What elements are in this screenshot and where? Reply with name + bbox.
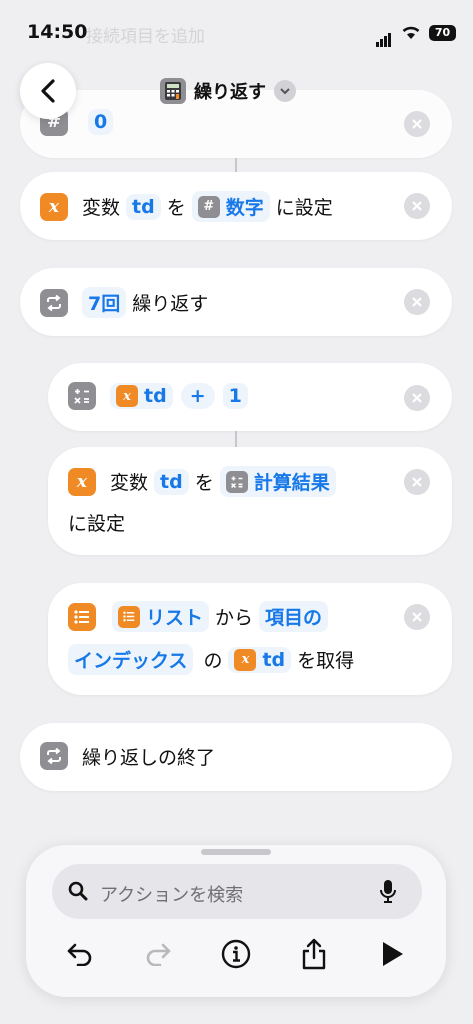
list-icon <box>118 605 140 628</box>
set-variable-action-card[interactable] <box>48 447 452 555</box>
repeat-label: 繰り返す <box>132 293 209 315</box>
variable-token[interactable]: x td <box>228 646 292 673</box>
share-icon <box>302 938 326 970</box>
calculate-row: x td + 1 <box>68 382 248 410</box>
page-title: 繰り返す <box>194 82 266 103</box>
calculator-icon <box>160 78 186 104</box>
variable-icon: x <box>68 467 96 496</box>
set-variable-mid: を <box>166 197 186 219</box>
panel-grabber[interactable] <box>201 849 271 855</box>
repeat-icon <box>40 742 68 770</box>
status-time: 14:50 <box>27 21 88 43</box>
calc-result-token[interactable]: 計算結果 <box>219 466 336 497</box>
variable-token[interactable]: x td <box>110 383 173 409</box>
remove-action-button[interactable] <box>404 385 430 411</box>
remove-action-button[interactable] <box>404 604 430 630</box>
get-item-row: リスト から 項目の <box>68 601 329 632</box>
search-icon <box>68 881 88 901</box>
info-button[interactable] <box>218 936 254 972</box>
variable-icon: x <box>234 648 257 671</box>
undo-icon <box>67 943 92 966</box>
set-variable-suffix: に設定 <box>275 197 333 219</box>
get-item-row-2: インデックス の x td を取得 <box>68 644 360 675</box>
list-token[interactable]: リスト <box>112 601 210 632</box>
remove-action-button[interactable] <box>404 111 430 137</box>
list-token-label: リスト <box>146 607 204 629</box>
shortcut-title-menu[interactable]: 繰り返す <box>160 76 296 106</box>
info-icon <box>221 939 251 969</box>
chevron-down-icon <box>274 80 296 102</box>
wifi-icon <box>401 24 421 44</box>
repeat-row: 7回 繰り返す <box>40 287 214 318</box>
set-variable-row-2: に設定 <box>68 509 125 536</box>
cellular-signal-icon <box>376 28 392 47</box>
variable-name-token[interactable]: td <box>154 468 189 495</box>
number-sign-icon: # <box>197 195 220 218</box>
set-variable-suffix: に設定 <box>68 513 126 535</box>
number-token-label: 数字 <box>225 197 264 219</box>
number-value-token[interactable]: # 数字 <box>191 191 270 222</box>
operator-token[interactable]: + <box>180 383 215 409</box>
search-placeholder: アクションを検索 <box>100 885 244 906</box>
remove-action-button[interactable] <box>404 193 430 219</box>
get-item-of: の <box>203 650 223 672</box>
status-bar: 14:50 接続項目を追加 70 <box>0 0 473 60</box>
set-variable-prefix: 変数 <box>110 472 149 494</box>
redo-button[interactable] <box>140 936 176 972</box>
chevron-left-icon <box>41 79 55 103</box>
number-value-token[interactable]: 0 <box>88 109 114 135</box>
calc-result-label: 計算結果 <box>253 472 330 494</box>
calculator-icon <box>68 382 96 410</box>
search-field[interactable]: アクションを検索 <box>52 864 422 919</box>
get-item-action-card[interactable] <box>48 583 452 695</box>
undo-button[interactable] <box>62 936 98 972</box>
item-mode-token[interactable]: 項目の <box>259 601 329 632</box>
variable-name-token[interactable]: td <box>126 193 161 220</box>
set-variable-row: x 変数 td を 計算結果 <box>68 466 336 497</box>
get-item-from: から <box>215 607 254 629</box>
repeat-count-token[interactable]: 7回 <box>82 287 127 318</box>
end-repeat-label: 繰り返しの終了 <box>82 746 216 769</box>
redo-icon <box>146 943 171 966</box>
run-button[interactable] <box>374 936 410 972</box>
variable-name: td <box>144 385 167 407</box>
remove-action-button[interactable] <box>404 469 430 495</box>
remove-action-button[interactable] <box>404 289 430 315</box>
list-icon <box>68 602 96 631</box>
set-variable-prefix: 変数 <box>82 197 121 219</box>
battery-indicator: 70 <box>429 25 456 41</box>
repeat-icon <box>40 288 68 317</box>
microphone-icon[interactable] <box>380 879 396 905</box>
variable-icon: x <box>40 192 68 221</box>
operand-token[interactable]: 1 <box>222 383 248 409</box>
set-variable-row: x 変数 td を # 数字 に設定 <box>40 191 339 222</box>
flow-connector <box>235 158 237 172</box>
set-variable-mid: を <box>194 472 214 494</box>
variable-name: td <box>262 648 286 671</box>
end-repeat-row: 繰り返しの終了 <box>40 742 221 770</box>
item-mode-token-continued[interactable]: インデックス <box>68 644 194 675</box>
play-icon <box>383 942 403 966</box>
variable-icon: x <box>116 385 138 407</box>
flow-connector <box>235 431 237 447</box>
share-button[interactable] <box>296 936 332 972</box>
ghost-header-text: 接続項目を追加 <box>86 27 205 47</box>
back-button[interactable] <box>20 63 76 119</box>
get-item-suffix: を取得 <box>297 650 355 672</box>
calculator-icon <box>225 470 248 493</box>
